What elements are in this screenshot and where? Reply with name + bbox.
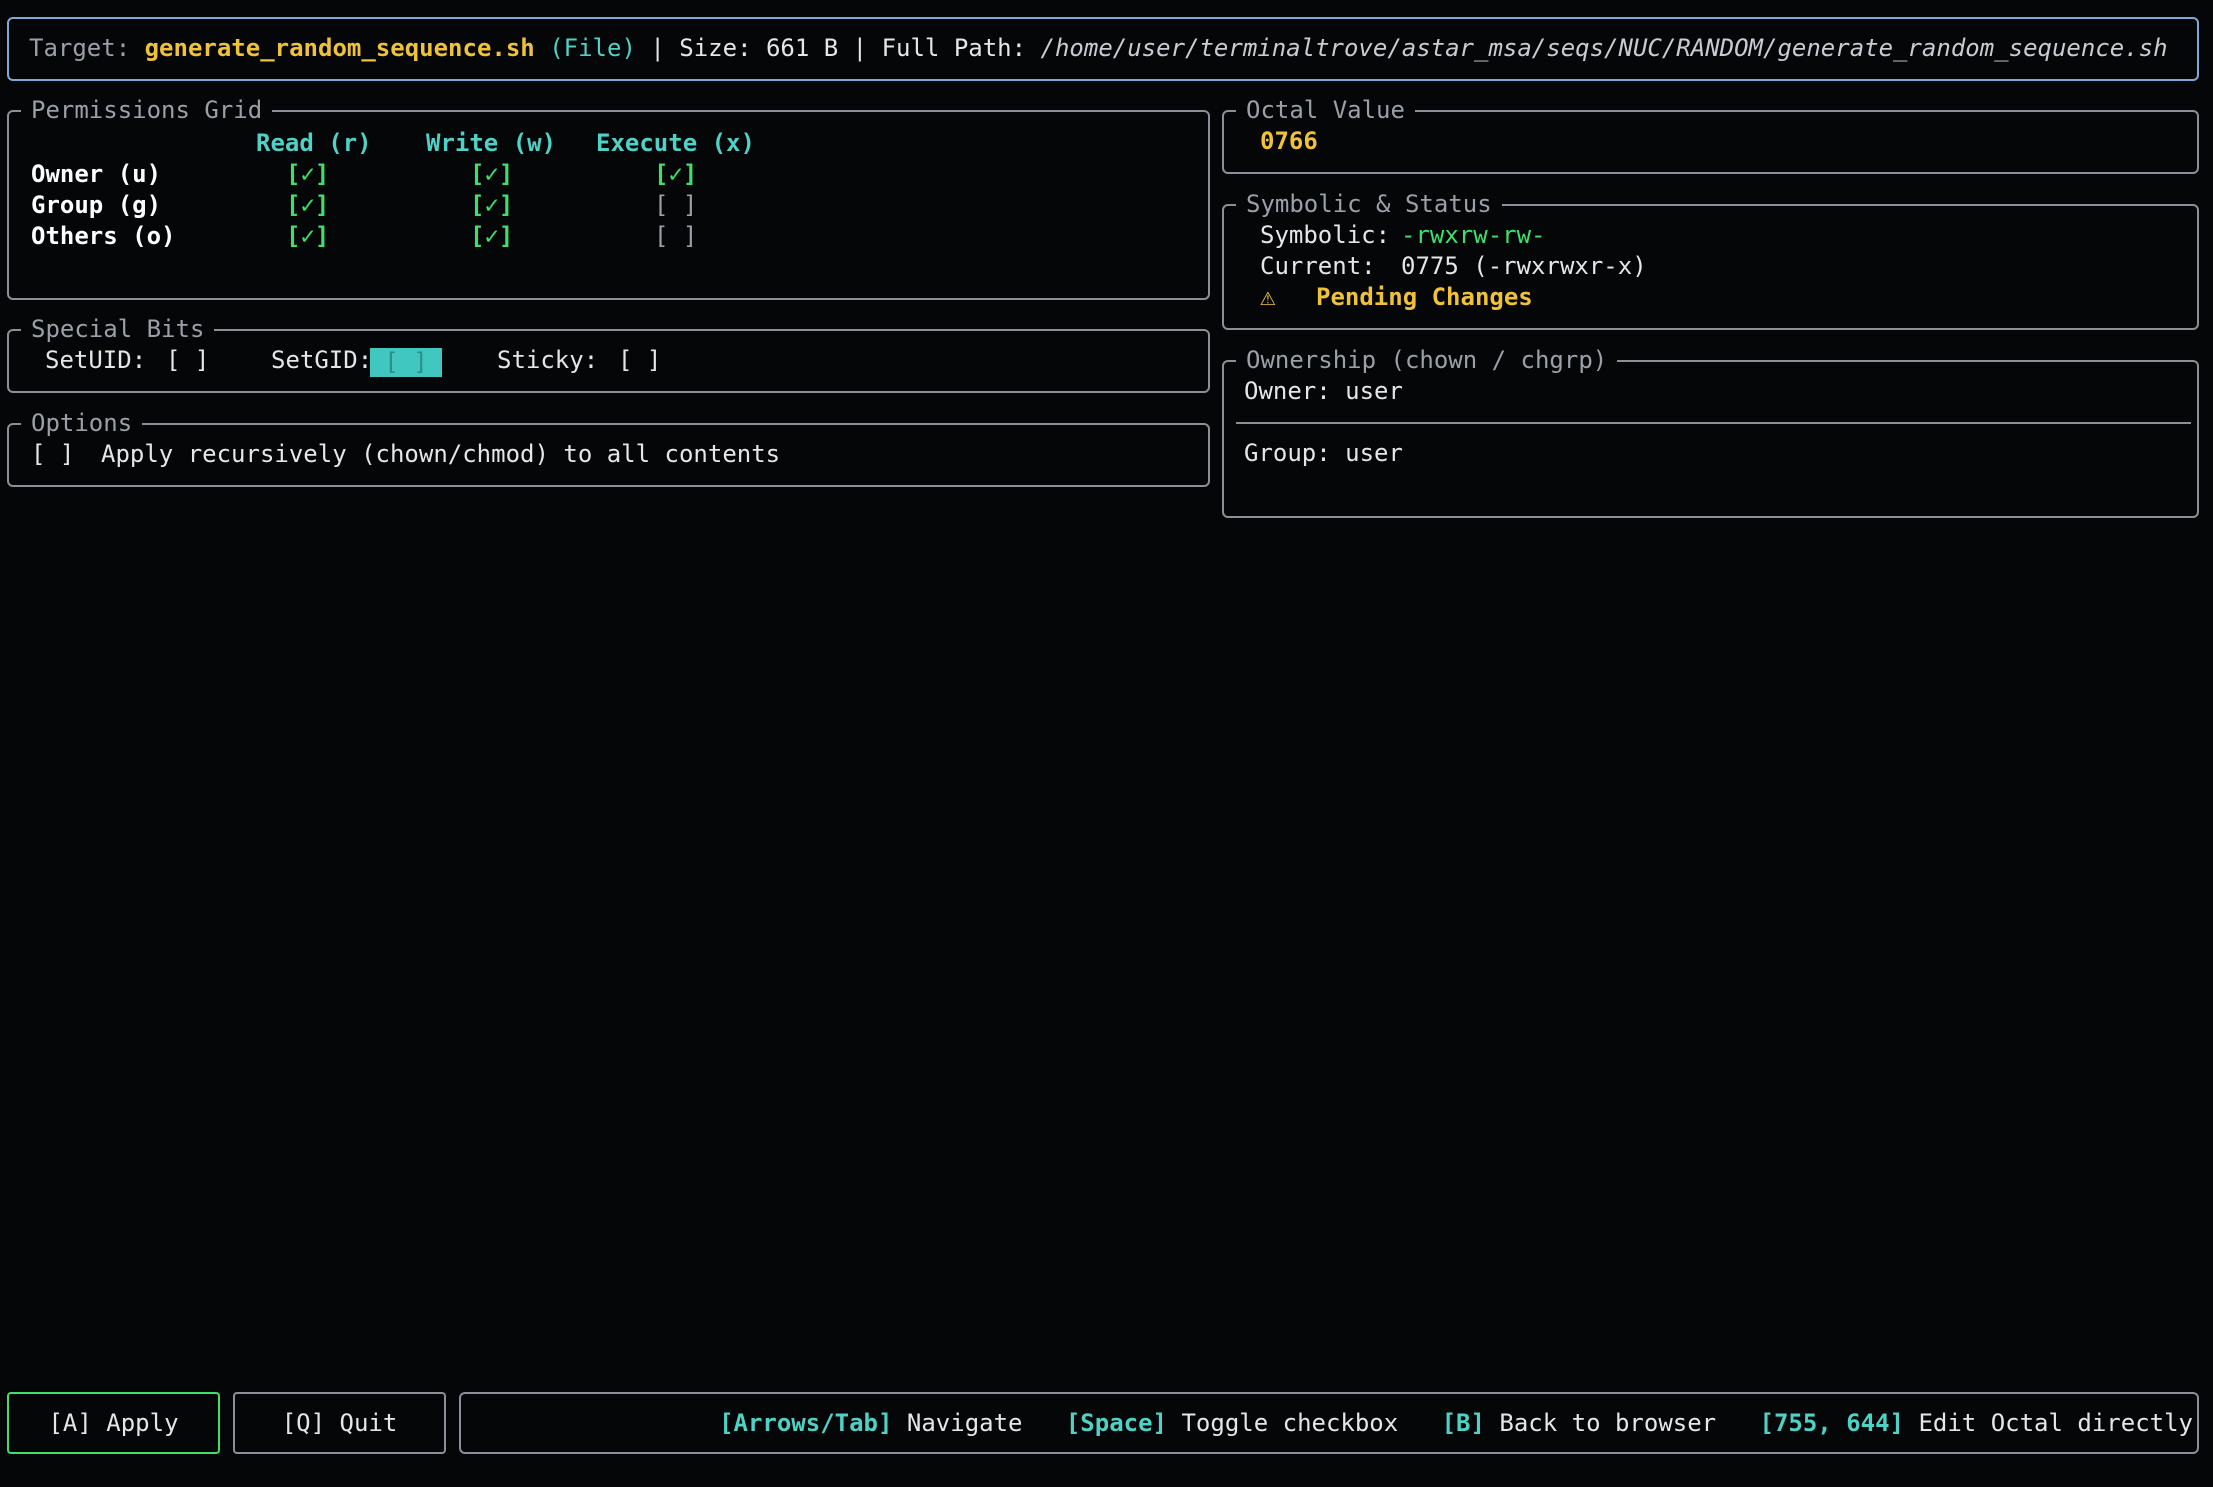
checkbox-others-read[interactable]: [✓] — [286, 221, 329, 252]
hint-desc-back: Back to browser — [1499, 1409, 1717, 1437]
hint-desc-navigate: Navigate — [906, 1409, 1023, 1437]
quit-button[interactable]: [Q] Quit — [233, 1392, 446, 1454]
keybindings-hint-bar: [Arrows/Tab] Navigate [Space] Toggle che… — [459, 1392, 2199, 1454]
current-value: 0775 (-rwxrwxr-x) — [1401, 252, 1647, 280]
checkbox-others-execute[interactable]: [ ] — [654, 221, 697, 252]
symbolic-status-panel: Symbolic & Status Symbolic: -rwxrw-rw- C… — [1222, 189, 2199, 330]
octal-value-panel: Octal Value 0766 — [1222, 95, 2199, 174]
header-bar: Target: generate_random_sequence.sh (Fil… — [7, 17, 2199, 81]
ownership-panel: Ownership (chown / chgrp) Owner: user Gr… — [1222, 345, 2199, 518]
ownership-divider — [1236, 422, 2191, 424]
permissions-grid-panel: Permissions Grid Read (r) Write (w) Exec… — [7, 95, 1210, 300]
row-label-others: Others (o) — [31, 222, 176, 250]
setuid-checkbox[interactable]: [ ] — [166, 345, 209, 376]
hint-key-back: [B] — [1441, 1409, 1485, 1437]
ownership-title: Ownership (chown / chgrp) — [1236, 345, 1618, 375]
hint-desc-octal: Edit Octal directly — [1918, 1409, 2193, 1437]
pending-changes-status: Pending Changes — [1316, 283, 1533, 311]
checkbox-owner-write[interactable]: [✓] — [470, 159, 513, 190]
checkbox-others-write[interactable]: [✓] — [470, 221, 513, 252]
column-header-read: Read (r) — [256, 129, 372, 157]
row-label-owner: Owner (u) — [31, 160, 162, 188]
checkbox-group-write[interactable]: [✓] — [470, 190, 513, 221]
sticky-label: Sticky: — [497, 346, 599, 374]
special-bits-panel: Special Bits SetUID: [ ] SetGID: [ ] Sti… — [7, 314, 1210, 393]
checkbox-group-execute[interactable]: [ ] — [654, 190, 697, 221]
current-label: Current: — [1260, 252, 1376, 280]
setgid-label: SetGID: — [271, 346, 373, 374]
recursive-checkbox[interactable]: [ ] — [31, 439, 74, 470]
hint-key-octal: [755, 644] — [1759, 1409, 1905, 1437]
setgid-checkbox[interactable]: [ ] — [370, 348, 442, 377]
symbolic-value: -rwxrw-rw- — [1401, 221, 1546, 249]
recursive-label: Apply recursively (chown/chmod) to all c… — [101, 440, 781, 468]
size-label: Size: — [679, 34, 752, 62]
permissions-grid-title: Permissions Grid — [21, 95, 273, 125]
sticky-checkbox[interactable]: [ ] — [618, 345, 661, 376]
setuid-label: SetUID: — [45, 346, 147, 374]
octal-value-title: Octal Value — [1236, 95, 1415, 125]
target-filename: generate_random_sequence.sh — [144, 34, 535, 62]
hint-desc-toggle: Toggle checkbox — [1181, 1409, 1399, 1437]
row-label-group: Group (g) — [31, 191, 162, 219]
octal-value[interactable]: 0766 — [1260, 126, 1318, 157]
hints-line: [Arrows/Tab] Navigate [Space] Toggle che… — [719, 1408, 2193, 1439]
warning-icon: ⚠ — [1260, 282, 1276, 312]
checkbox-owner-execute[interactable]: [✓] — [654, 159, 697, 190]
apply-button[interactable]: [A] Apply — [7, 1392, 220, 1454]
size-value: 661 B — [765, 34, 839, 62]
hint-key-navigate: [Arrows/Tab] — [719, 1409, 893, 1437]
target-type: (File) — [549, 34, 636, 62]
path-value: /home/user/terminaltrove/astar_msa/seqs/… — [1040, 34, 2168, 62]
separator: | — [650, 34, 665, 62]
column-header-write: Write (w) — [426, 129, 557, 157]
symbolic-status-title: Symbolic & Status — [1236, 189, 1502, 219]
options-title: Options — [21, 408, 143, 438]
checkbox-group-read[interactable]: [✓] — [286, 190, 329, 221]
header-line: Target: generate_random_sequence.sh (Fil… — [29, 33, 2168, 64]
options-panel: Options [ ] Apply recursively (chown/chm… — [7, 408, 1210, 487]
column-header-execute: Execute (x) — [596, 129, 755, 157]
checkbox-owner-read[interactable]: [✓] — [286, 159, 329, 190]
group-field[interactable]: Group: user — [1244, 438, 1403, 469]
hint-key-toggle: [Space] — [1065, 1409, 1168, 1437]
path-label: Full Path: — [881, 34, 1027, 62]
separator: | — [852, 34, 868, 62]
symbolic-label: Symbolic: — [1260, 221, 1391, 249]
owner-field[interactable]: Owner: user — [1244, 376, 1403, 407]
target-label: Target: — [29, 34, 131, 62]
special-bits-title: Special Bits — [21, 314, 215, 344]
